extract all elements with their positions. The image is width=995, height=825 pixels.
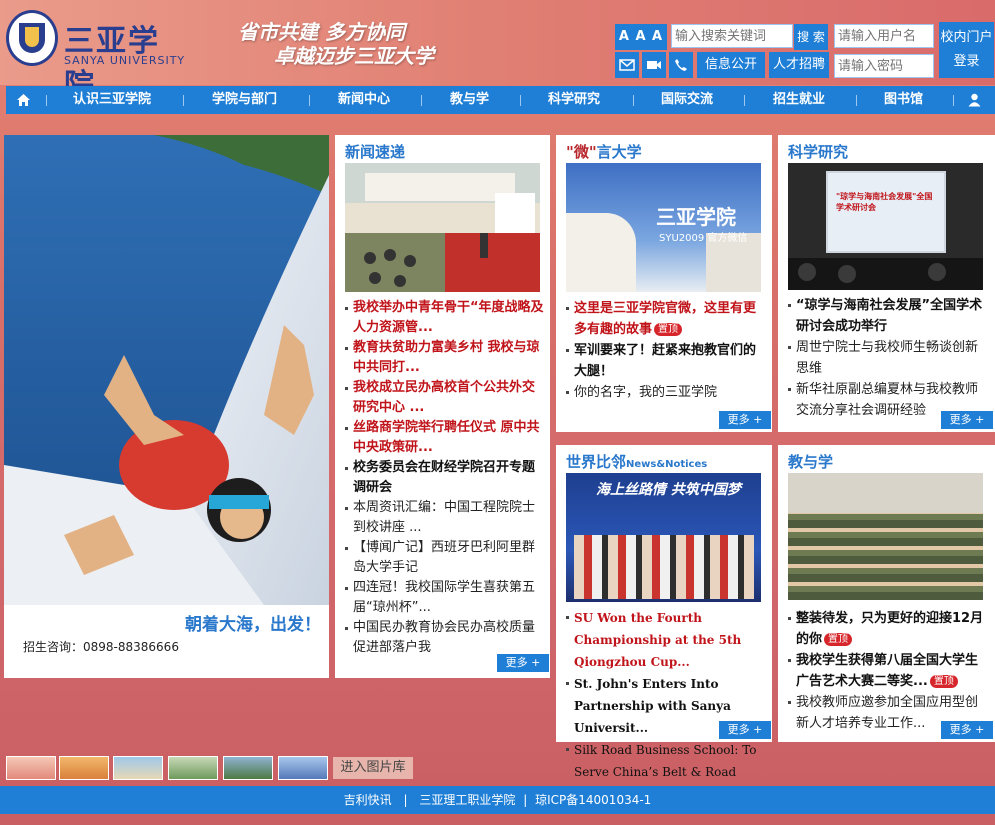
- gallery-thumb[interactable]: [278, 756, 328, 780]
- gallery-thumb[interactable]: [168, 756, 218, 780]
- news-panel: 新闻速递 我校举办中青年骨干“年度战略及人力资源管... 教育扶贫助力富美乡村 …: [335, 135, 550, 678]
- world-list: SU Won the Fourth Championship at the 5t…: [566, 607, 766, 783]
- nav-item-research[interactable]: 科学研究: [548, 86, 600, 114]
- pinned-badge: 置顶: [654, 323, 683, 336]
- list-item[interactable]: 你的名字，我的三亚学院: [566, 382, 766, 403]
- search-button[interactable]: 搜 索: [794, 24, 828, 50]
- list-item[interactable]: 整装待发，只为更好的迎接12月的你 置顶: [788, 608, 990, 650]
- gallery-thumb[interactable]: [6, 756, 56, 780]
- teach-title[interactable]: 教与学: [788, 451, 833, 472]
- list-item[interactable]: “琼学与海南社会发展”全国学术研讨会成功举行: [788, 295, 990, 337]
- slogan-line1: 省市共建 多方协同: [238, 20, 405, 44]
- weiyan-panel: "微"言大学 三亚学院 SYU2009 官方微信 这里是三亚学院官微，这里有更多…: [556, 135, 772, 432]
- login-label: 登录: [953, 54, 980, 69]
- teach-list: 整装待发，只为更好的迎接12月的你 置顶 我校学生获得第八届全国大学生广告艺术大赛…: [788, 608, 990, 734]
- nav-item-international[interactable]: 国际交流: [661, 86, 713, 114]
- icp-number: 琼ICP备14001034-1: [535, 793, 652, 807]
- hero-image[interactable]: [4, 135, 329, 605]
- home-icon[interactable]: [16, 86, 31, 114]
- list-item[interactable]: 本周资讯汇编：中国工程院院士到校讲座 ...: [345, 498, 545, 538]
- weiyan-image-sub: SYU2009 官方微信: [659, 233, 748, 244]
- hero-panel: 朝着大海，出发！ 招生咨询：0898-88386666: [4, 135, 329, 678]
- university-logo[interactable]: 三亚学院 SANYA UNIVERSITY: [6, 8, 186, 103]
- admission-contact: 招生咨询：0898-88386666: [23, 640, 179, 654]
- search-input[interactable]: [671, 24, 793, 48]
- list-item[interactable]: 周世宁院士与我校师生畅谈创新思维: [788, 337, 990, 379]
- video-icon[interactable]: [642, 52, 666, 78]
- research-panel: 科学研究 "琼学与海南社会发展"全国学术研讨会 “琼学与海南社会发展”全国学术研…: [778, 135, 995, 432]
- list-item[interactable]: SU Won the Fourth Championship at the 5t…: [566, 607, 766, 673]
- research-list: “琼学与海南社会发展”全国学术研讨会成功举行 周世宁院士与我校师生畅谈创新思维 …: [788, 295, 990, 421]
- world-title[interactable]: 世界比邻News&Notices: [566, 451, 707, 472]
- weiyan-list: 这里是三亚学院官微，这里有更多有趣的故事 置顶 军训要来了！赶紧来抱教官们的大腿！…: [566, 298, 766, 403]
- world-more-button[interactable]: 更多 +: [719, 721, 771, 739]
- gallery-link[interactable]: 进入图片库: [333, 757, 413, 779]
- world-image[interactable]: 海上丝路情 共筑中国梦: [566, 473, 761, 602]
- list-item[interactable]: 中国民办教育协会民办高校质量促进部落户我: [345, 618, 545, 658]
- footer: 吉利快讯 | 三亚理工职业学院 | 琼ICP备14001034-1: [0, 786, 995, 814]
- nav-item-admission[interactable]: 招生就业: [773, 86, 825, 114]
- world-panel: 世界比邻News&Notices 海上丝路情 共筑中国梦 SU Won the …: [556, 445, 772, 779]
- research-image[interactable]: "琼学与海南社会发展"全国学术研讨会: [788, 163, 983, 290]
- weiyan-image[interactable]: 三亚学院 SYU2009 官方微信: [566, 163, 761, 292]
- portal-label: 校内门户: [940, 30, 993, 45]
- list-item[interactable]: 四连冠！我校国际学生喜获第五届“琼州杯”...: [345, 578, 545, 618]
- header: 三亚学院 SANYA UNIVERSITY 省市共建 多方协同 卓越迈步三亚大学…: [0, 0, 995, 103]
- logo-en-text: SANYA UNIVERSITY: [64, 54, 186, 67]
- research-more-button[interactable]: 更多 +: [941, 411, 993, 429]
- list-item[interactable]: 【博闻广记】西班牙巴利阿里群岛大学手记: [345, 538, 545, 578]
- world-image-text: 海上丝路情 共筑中国梦: [596, 482, 741, 498]
- nav-item-teaching[interactable]: 教与学: [450, 86, 489, 114]
- news-more-button[interactable]: 更多 +: [497, 654, 549, 672]
- password-field[interactable]: [834, 54, 934, 78]
- nav-item-library[interactable]: 图书馆: [884, 86, 923, 114]
- teach-panel: 教与学 整装待发，只为更好的迎接12月的你 置顶 我校学生获得第八届全国大学生广告…: [778, 445, 995, 742]
- news-title[interactable]: 新闻速递: [345, 141, 405, 162]
- list-item[interactable]: 这里是三亚学院官微，这里有更多有趣的故事 置顶: [566, 298, 766, 340]
- list-item[interactable]: Silk Road Business School: To Serve Chin…: [566, 739, 766, 783]
- slogan-line2: 卓越迈步三亚大学: [274, 44, 434, 68]
- list-item[interactable]: 我校举办中青年骨干“年度战略及人力资源管...: [345, 298, 545, 338]
- info-public-button[interactable]: 信息公开: [697, 52, 765, 78]
- slogan: 省市共建 多方协同 卓越迈步三亚大学: [238, 20, 434, 68]
- list-item[interactable]: 军训要来了！赶紧来抱教官们的大腿！: [566, 340, 766, 382]
- nav-item-about[interactable]: 认识三亚学院: [73, 86, 151, 114]
- gallery-thumb[interactable]: [113, 756, 163, 780]
- news-image[interactable]: [345, 163, 540, 292]
- teach-image[interactable]: [788, 473, 983, 600]
- gallery-thumb[interactable]: [223, 756, 273, 780]
- footer-link-geely[interactable]: 吉利快讯: [344, 793, 392, 807]
- research-title[interactable]: 科学研究: [788, 141, 848, 162]
- weiyan-title[interactable]: "微"言大学: [566, 141, 642, 162]
- talent-button[interactable]: 人才招聘: [769, 52, 829, 78]
- phone-icon[interactable]: [669, 52, 693, 78]
- nav-item-departments[interactable]: 学院与部门: [212, 86, 277, 114]
- username-field[interactable]: [834, 24, 934, 48]
- font-size-button[interactable]: A A A: [615, 24, 667, 50]
- main-nav: 认识三亚学院 学院与部门 新闻中心 教与学 科学研究 国际交流 招生就业 图书馆: [6, 86, 995, 114]
- research-image-text: "琼学与海南社会发展"全国学术研讨会: [836, 192, 933, 212]
- login-button[interactable]: 校内门户 登录: [939, 22, 994, 78]
- weiyan-image-text: 三亚学院: [656, 205, 736, 229]
- nav-item-news[interactable]: 新闻中心: [338, 86, 390, 114]
- list-item[interactable]: 校务委员会在财经学院召开专题调研会: [345, 458, 545, 498]
- gallery-thumb[interactable]: [59, 756, 109, 780]
- list-item[interactable]: 教育扶贫助力富美乡村 我校与琼中共同打...: [345, 338, 545, 378]
- pinned-badge: 置顶: [929, 675, 958, 688]
- teach-more-button[interactable]: 更多 +: [941, 721, 993, 739]
- list-item[interactable]: 我校成立民办高校首个公共外交研究中心 ...: [345, 378, 545, 418]
- list-item[interactable]: 我校学生获得第八届全国大学生广告艺术大赛二等奖... 置顶: [788, 650, 990, 692]
- pinned-badge: 置顶: [824, 633, 853, 646]
- user-icon[interactable]: [968, 86, 981, 114]
- hero-caption: 朝着大海，出发！: [185, 615, 321, 635]
- seal-icon: [6, 10, 58, 66]
- list-item[interactable]: 丝路商学院举行聘任仪式 原中共中央政策研...: [345, 418, 545, 458]
- footer-link-institute[interactable]: 三亚理工职业学院: [419, 793, 515, 807]
- news-list: 我校举办中青年骨干“年度战略及人力资源管... 教育扶贫助力富美乡村 我校与琼中…: [345, 298, 545, 658]
- weiyan-more-button[interactable]: 更多 +: [719, 411, 771, 429]
- mail-icon[interactable]: [615, 52, 639, 78]
